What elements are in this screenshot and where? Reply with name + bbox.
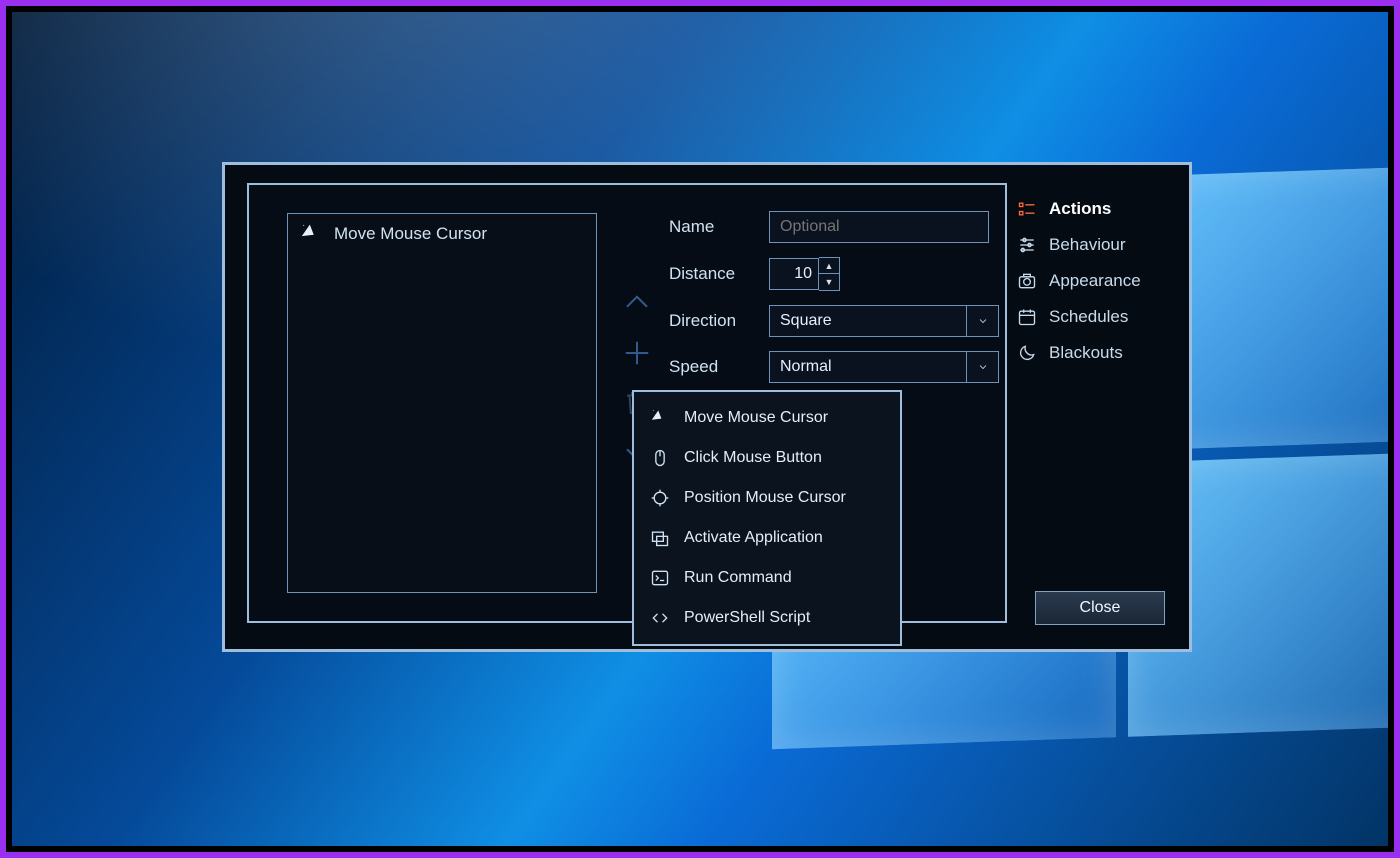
sidebar-item-label: Schedules — [1049, 307, 1128, 327]
menu-item-position-mouse-cursor[interactable]: Position Mouse Cursor — [634, 478, 900, 518]
direction-combo[interactable]: Square — [769, 305, 999, 337]
speed-combo[interactable]: Normal — [769, 351, 999, 383]
terminal-icon — [650, 568, 670, 588]
spinner-down-icon[interactable]: ▼ — [819, 274, 839, 290]
outer-frame: Move Mouse Cursor — [0, 0, 1400, 858]
list-icon — [1017, 199, 1037, 219]
sidebar-item-label: Behaviour — [1049, 235, 1126, 255]
distance-label: Distance — [669, 264, 759, 284]
close-button[interactable]: Close — [1035, 591, 1165, 625]
direction-value: Square — [769, 305, 967, 337]
menu-item-label: Move Mouse Cursor — [684, 409, 828, 427]
sidebar-item-label: Appearance — [1049, 271, 1141, 291]
add-action-menu: Move Mouse Cursor Click Mouse Button Pos… — [632, 390, 902, 646]
sidebar-item-label: Blackouts — [1049, 343, 1123, 363]
menu-item-label: Run Command — [684, 569, 792, 587]
moon-icon — [1017, 343, 1037, 363]
distance-value[interactable] — [769, 258, 819, 290]
sidebar-item-label: Actions — [1049, 199, 1111, 219]
window-icon — [650, 528, 670, 548]
sidebar-item-behaviour[interactable]: Behaviour — [1015, 227, 1165, 263]
menu-item-label: Activate Application — [684, 529, 823, 547]
action-list-item[interactable]: Move Mouse Cursor — [288, 214, 596, 254]
spinner-up-icon[interactable]: ▲ — [819, 258, 839, 274]
menu-item-label: PowerShell Script — [684, 609, 810, 627]
direction-label: Direction — [669, 311, 759, 331]
chevron-down-icon[interactable] — [967, 351, 999, 383]
sidebar-item-schedules[interactable]: Schedules — [1015, 299, 1165, 335]
mouse-icon — [650, 448, 670, 468]
menu-item-powershell-script[interactable]: PowerShell Script — [634, 598, 900, 638]
sidebar-item-blackouts[interactable]: Blackouts — [1015, 335, 1165, 371]
speed-value: Normal — [769, 351, 967, 383]
speed-label: Speed — [669, 357, 759, 377]
chevron-down-icon[interactable] — [967, 305, 999, 337]
name-label: Name — [669, 217, 759, 237]
sidebar-item-appearance[interactable]: Appearance — [1015, 263, 1165, 299]
move-up-button[interactable] — [619, 285, 655, 321]
action-list-item-label: Move Mouse Cursor — [334, 224, 487, 244]
menu-item-click-mouse-button[interactable]: Click Mouse Button — [634, 438, 900, 478]
camera-icon — [1017, 271, 1037, 291]
menu-item-label: Position Mouse Cursor — [684, 489, 846, 507]
menu-item-activate-application[interactable]: Activate Application — [634, 518, 900, 558]
cursor-icon — [650, 408, 670, 428]
calendar-icon — [1017, 307, 1037, 327]
name-input[interactable] — [769, 211, 989, 243]
code-icon — [650, 608, 670, 628]
desktop-wallpaper: Move Mouse Cursor — [12, 12, 1388, 846]
target-icon — [650, 488, 670, 508]
add-button[interactable] — [619, 335, 655, 371]
menu-item-move-mouse-cursor[interactable]: Move Mouse Cursor — [634, 398, 900, 438]
cursor-icon — [302, 224, 322, 244]
sidebar-item-actions[interactable]: Actions — [1015, 191, 1165, 227]
action-list[interactable]: Move Mouse Cursor — [287, 213, 597, 593]
close-button-label: Close — [1080, 599, 1121, 617]
menu-item-label: Click Mouse Button — [684, 449, 822, 467]
sidebar-nav: Actions Behaviour Appearance Schedules B… — [1015, 191, 1165, 371]
menu-item-run-command[interactable]: Run Command — [634, 558, 900, 598]
sliders-icon — [1017, 235, 1037, 255]
distance-spinner[interactable]: ▲ ▼ — [769, 257, 840, 291]
